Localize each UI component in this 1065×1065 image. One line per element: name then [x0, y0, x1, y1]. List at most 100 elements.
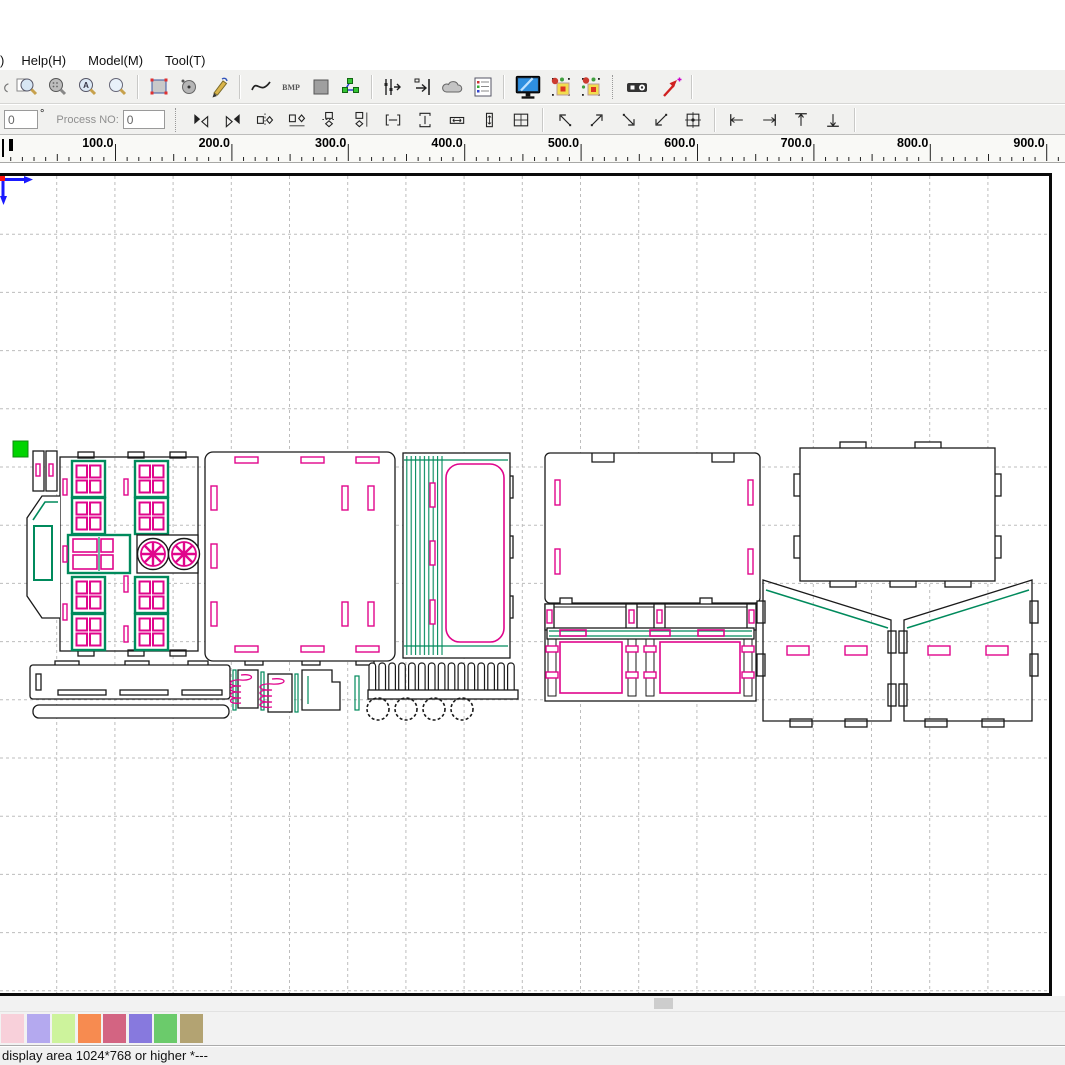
- toolbar-align: ° Process NO:: [0, 105, 1065, 135]
- svg-text:BMP: BMP: [282, 83, 300, 92]
- piece-spring-2[interactable]: [260, 674, 298, 712]
- zoom-page-icon[interactable]: [14, 74, 40, 100]
- status-bar: display area 1024*768 or higher *---: [0, 1045, 1065, 1065]
- scrollbar-thumb[interactable]: [654, 998, 673, 1009]
- zoom-out-icon[interactable]: [104, 74, 130, 100]
- move-to-origin-icon[interactable]: [410, 74, 436, 100]
- piece-base-strip-b[interactable]: [33, 705, 229, 718]
- mirror-vertical-copy-icon[interactable]: [349, 109, 373, 131]
- zoom-selection-icon[interactable]: [44, 74, 70, 100]
- equal-v-spacing-icon[interactable]: [413, 109, 437, 131]
- simulate-fast-icon[interactable]: [548, 74, 574, 100]
- palette-swatch[interactable]: [154, 1014, 177, 1043]
- piece-roof-base-panel[interactable]: [545, 453, 760, 603]
- zoom-all-icon[interactable]: A: [74, 74, 100, 100]
- equal-h-spacing-icon[interactable]: [381, 109, 405, 131]
- marker-green-square[interactable]: [13, 441, 28, 457]
- push-bottom-icon[interactable]: [821, 109, 845, 131]
- partial-tool-icon[interactable]: [2, 74, 10, 100]
- same-width-icon[interactable]: [445, 109, 469, 131]
- piece-spring-1[interactable]: [231, 670, 265, 710]
- draw-pen-icon[interactable]: [206, 74, 232, 100]
- push-top-icon[interactable]: [789, 109, 813, 131]
- align-bottom-right-icon[interactable]: [617, 109, 641, 131]
- simulate-output-icon[interactable]: [578, 74, 604, 100]
- preview-monitor-icon[interactable]: [512, 74, 544, 100]
- palette-swatch[interactable]: [129, 1014, 152, 1043]
- piece-bracket[interactable]: [302, 670, 359, 710]
- align-top-left-icon[interactable]: [553, 109, 577, 131]
- process-no-input[interactable]: [123, 110, 165, 129]
- mirror-horizontal-icon[interactable]: [253, 109, 277, 131]
- piece-top-panel[interactable]: [794, 442, 1001, 587]
- separator: [503, 75, 505, 99]
- device-output-icon[interactable]: [620, 74, 654, 100]
- same-height-icon[interactable]: [477, 109, 501, 131]
- ruler-label: 700.0: [766, 136, 812, 150]
- palette-swatch[interactable]: [52, 1014, 75, 1043]
- ruler-label: 800.0: [882, 136, 928, 150]
- status-text: display area 1024*768 or higher *---: [2, 1048, 208, 1063]
- palette-swatch[interactable]: [1, 1014, 24, 1043]
- menu-item-model[interactable]: Model(M): [77, 53, 154, 68]
- mirror-horizontal-copy-icon[interactable]: [285, 109, 309, 131]
- canvas[interactable]: [0, 173, 1052, 996]
- work-list-icon[interactable]: [470, 74, 496, 100]
- menu-item-tool[interactable]: Tool(T): [154, 53, 216, 68]
- output-stamp-icon[interactable]: [440, 74, 466, 100]
- align-top-right-icon[interactable]: [585, 109, 609, 131]
- separator: [714, 108, 716, 132]
- bmp-import-icon[interactable]: BMP: [278, 74, 304, 100]
- mirror-vertical-icon[interactable]: [317, 109, 341, 131]
- curve-tool-icon[interactable]: [248, 74, 274, 100]
- process-no-label: Process NO:: [56, 114, 118, 126]
- filled-rect-icon[interactable]: [308, 74, 334, 100]
- push-right-icon[interactable]: [757, 109, 781, 131]
- palette-swatch[interactable]: [27, 1014, 50, 1043]
- piece-base-strip-a[interactable]: [30, 661, 230, 699]
- draw-ellipse-icon[interactable]: [176, 74, 202, 100]
- ruler-label: 500.0: [533, 136, 579, 150]
- piece-small-tab-2[interactable]: [46, 451, 57, 491]
- piece-comb-strip[interactable]: [368, 663, 518, 699]
- palette-swatch[interactable]: [180, 1014, 203, 1043]
- mirror-diag-down-icon[interactable]: [221, 109, 245, 131]
- ruler-label: 100.0: [68, 136, 114, 150]
- same-size-icon[interactable]: [509, 109, 533, 131]
- toolbar-main: A BMP: [0, 70, 1065, 104]
- ruler-label: 300.0: [300, 136, 346, 150]
- align-bottom-left-icon[interactable]: [649, 109, 673, 131]
- piece-porch-balustrade[interactable]: [545, 598, 756, 701]
- draw-rect-select-icon[interactable]: [146, 74, 172, 100]
- piece-roof-right[interactable]: [899, 580, 1038, 727]
- ruler-label: 600.0: [650, 136, 696, 150]
- ruler-origin-mark: [2, 139, 4, 157]
- node-edit-icon[interactable]: [338, 74, 364, 100]
- piece-small-tab-1[interactable]: [33, 451, 44, 491]
- separator: [174, 108, 176, 132]
- horizontal-scrollbar[interactable]: [0, 996, 1065, 1011]
- piece-roof-left[interactable]: [757, 580, 896, 727]
- menu-item-help[interactable]: Help(H): [10, 53, 77, 68]
- separator: [611, 75, 613, 99]
- ruler-label: 400.0: [417, 136, 463, 150]
- gears[interactable]: [367, 698, 473, 720]
- palette-swatch[interactable]: [103, 1014, 126, 1043]
- rotation-input[interactable]: [4, 110, 38, 129]
- laser-position-icon[interactable]: [658, 74, 684, 100]
- degree-symbol: °: [40, 108, 44, 120]
- horizontal-ruler: 100.0 200.0 300.0 400.0 500.0 600.0 700.0 800.0…: [0, 135, 1065, 163]
- ruler-label: 200.0: [184, 136, 230, 150]
- piece-side-striped-panel[interactable]: [403, 453, 513, 658]
- menu-bar: ) Help(H) Model(M) Tool(T): [0, 50, 1065, 70]
- piece-floor-panel[interactable]: [205, 452, 395, 665]
- separator: [542, 108, 544, 132]
- palette-swatch[interactable]: [78, 1014, 101, 1043]
- align-center-icon[interactable]: [681, 109, 705, 131]
- ruler-cursor-mark: [9, 139, 13, 151]
- separator: [371, 75, 373, 99]
- mirror-diag-up-icon[interactable]: [189, 109, 213, 131]
- param-adjust-icon[interactable]: [380, 74, 406, 100]
- menu-item-cut[interactable]: ): [0, 53, 10, 68]
- push-left-icon[interactable]: [725, 109, 749, 131]
